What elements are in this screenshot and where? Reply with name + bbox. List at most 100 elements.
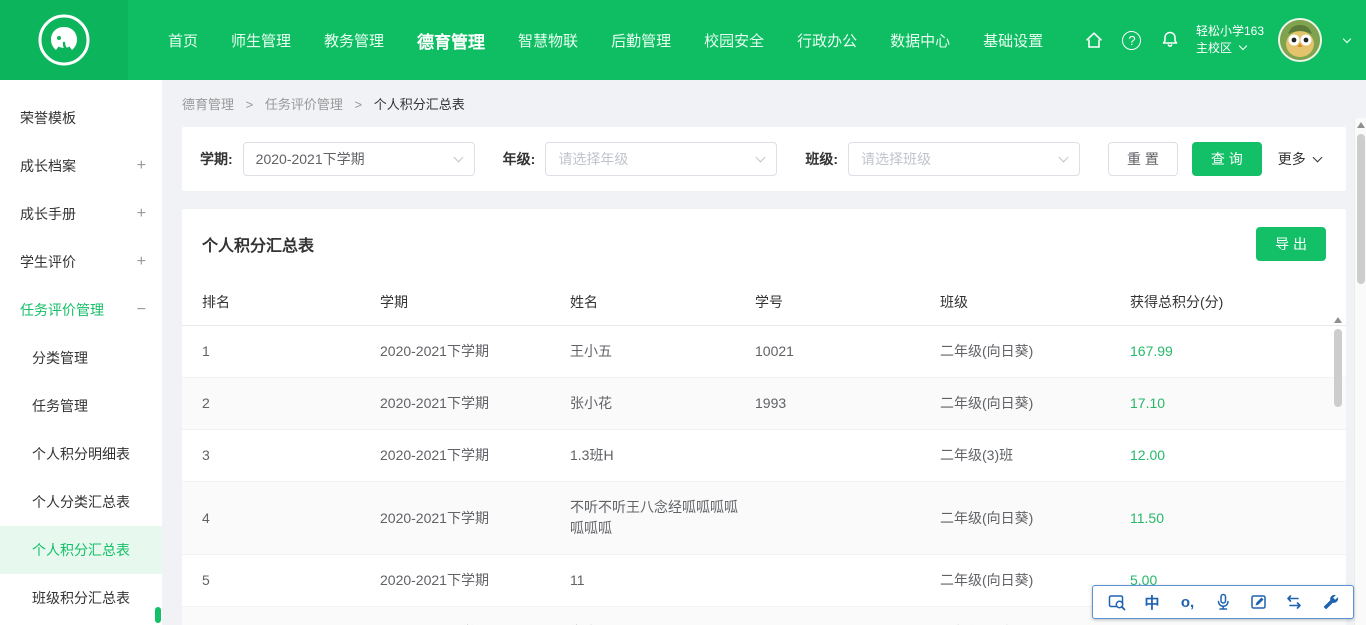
- campus-caret-icon: [1239, 42, 1247, 50]
- nav-item-basic-settings[interactable]: 基础设置: [983, 30, 1043, 51]
- table-row[interactable]: 2 2020-2021下学期 张小花 1993 二年级(向日葵) 17.10: [182, 378, 1346, 430]
- breadcrumb-item-current: 个人积分汇总表: [374, 97, 465, 112]
- school-switcher[interactable]: 轻松小学163 主校区: [1196, 23, 1264, 58]
- table-scrollbar[interactable]: [1332, 313, 1344, 625]
- nav-item-admin-office[interactable]: 行政办公: [797, 30, 857, 51]
- sidebar-item-student-evaluation[interactable]: 学生评价 +: [0, 238, 162, 286]
- sidebar-subitem-category-mgmt[interactable]: 分类管理: [0, 334, 162, 382]
- sidebar-item-growth-handbook[interactable]: 成长手册 +: [0, 190, 162, 238]
- expand-plus-icon: +: [137, 205, 146, 223]
- ime-language-mode-icon[interactable]: 中: [1140, 590, 1164, 614]
- ime-voice-icon[interactable]: [1211, 590, 1235, 614]
- logo[interactable]: [0, 0, 128, 80]
- sidebar-item-task-evaluation[interactable]: 任务评价管理 −: [0, 286, 162, 334]
- page-scrollbar-thumb[interactable]: [1357, 134, 1365, 284]
- ime-width-switch-icon[interactable]: [1282, 590, 1306, 614]
- table-row[interactable]: 4 2020-2021下学期 不听不听王八念经呱呱呱呱呱呱呱 二年级(向日葵) …: [182, 482, 1346, 555]
- cell-student-id: 10021: [755, 326, 940, 378]
- help-icon[interactable]: ?: [1120, 28, 1144, 52]
- nav-item-staff-students[interactable]: 师生管理: [231, 30, 291, 51]
- nav-item-data-center[interactable]: 数据中心: [890, 30, 950, 51]
- cell-name: 王小五: [570, 326, 755, 378]
- nav-item-academic[interactable]: 教务管理: [324, 30, 384, 51]
- sidebar-item-growth-archive[interactable]: 成长档案 +: [0, 142, 162, 190]
- help-badge: ?: [1122, 31, 1141, 50]
- cell-rank: 2: [182, 378, 380, 430]
- nav-item-smart-iot[interactable]: 智慧物联: [518, 30, 578, 51]
- sidebar: 荣誉模板 成长档案 + 成长手册 + 学生评价 + 任务评价管理 − 分类管理 …: [0, 80, 162, 625]
- cell-class: 二年级(向日葵): [940, 482, 1130, 555]
- chevron-down-icon: [453, 153, 463, 163]
- table-row[interactable]: 1 2020-2021下学期 王小五 10021 二年级(向日葵) 167.99: [182, 326, 1346, 378]
- nav-item-home[interactable]: 首页: [168, 30, 198, 51]
- export-button[interactable]: 导 出: [1256, 227, 1326, 261]
- collapse-minus-icon: −: [137, 301, 146, 319]
- sidebar-subitem-personal-score-summary[interactable]: 个人积分汇总表: [0, 526, 162, 574]
- cell-rank: 1: [182, 326, 380, 378]
- breadcrumb: 德育管理 > 任务评价管理 > 个人积分汇总表: [162, 80, 1366, 127]
- semester-select[interactable]: 2020-2021下学期: [243, 142, 475, 176]
- grade-placeholder: 请选择年级: [558, 149, 628, 169]
- sidebar-subitem-class-score-summary[interactable]: 班级积分汇总表: [0, 574, 162, 622]
- class-select[interactable]: 请选择班级: [848, 142, 1080, 176]
- home-icon[interactable]: [1082, 28, 1106, 52]
- cell-rank: 5: [182, 555, 380, 607]
- ime-toolbar[interactable]: 中 o,: [1092, 585, 1354, 619]
- grade-filter: 年级: 请选择年级: [503, 142, 778, 176]
- table-row[interactable]: 3 2020-2021下学期 1.3班H 二年级(3)班 12.00: [182, 430, 1346, 482]
- sidebar-subitem-task-mgmt[interactable]: 任务管理: [0, 382, 162, 430]
- ime-pad-icon[interactable]: [1105, 590, 1129, 614]
- cell-semester: 2020-2021下学期: [380, 378, 570, 430]
- breadcrumb-item-moral-education[interactable]: 德育管理: [182, 97, 234, 112]
- cell-student-id: 1993: [755, 378, 940, 430]
- chevron-down-icon: [1312, 153, 1322, 163]
- card-head: 个人积分汇总表 导 出: [182, 209, 1346, 279]
- class-filter: 班级: 请选择班级: [805, 142, 1080, 176]
- sidebar-scrollbar-thumb[interactable]: [155, 607, 161, 623]
- cell-semester: 2020-2021下学期: [380, 326, 570, 378]
- chevron-down-icon: [1059, 153, 1069, 163]
- breadcrumb-item-task-evaluation[interactable]: 任务评价管理: [265, 97, 343, 112]
- bell-icon[interactable]: [1158, 28, 1182, 52]
- nav-item-campus-safety[interactable]: 校园安全: [704, 30, 764, 51]
- cell-semester: 2020-2021下学期: [380, 482, 570, 555]
- class-placeholder: 请选择班级: [861, 149, 931, 169]
- cell-student-id: [755, 607, 940, 625]
- class-label: 班级:: [805, 149, 838, 169]
- ime-handwriting-icon[interactable]: [1247, 590, 1271, 614]
- ime-punctuation-icon[interactable]: o,: [1176, 590, 1200, 614]
- elephant-logo-icon: [37, 13, 91, 67]
- column-header-total-score: 获得总积分(分): [1130, 279, 1346, 326]
- cell-name: 张小花: [570, 378, 755, 430]
- page-scrollbar[interactable]: [1354, 118, 1366, 625]
- avatar-caret-icon[interactable]: [1343, 34, 1351, 42]
- sidebar-item-honor-templates[interactable]: 荣誉模板: [0, 94, 162, 142]
- scroll-up-arrow-icon[interactable]: [1334, 317, 1342, 323]
- grade-select[interactable]: 请选择年级: [545, 142, 777, 176]
- more-toggle[interactable]: 更多: [1278, 149, 1321, 169]
- search-button[interactable]: 查 询: [1192, 142, 1262, 176]
- sidebar-subitem-personal-category-summary[interactable]: 个人分类汇总表: [0, 478, 162, 526]
- summary-table: 排名 学期 姓名 学号 班级 获得总积分(分) 1 2020-2021下学期 王…: [182, 279, 1346, 625]
- chevron-down-icon: [756, 153, 766, 163]
- cell-rank: 4: [182, 482, 380, 555]
- cell-total-score: 17.10: [1130, 378, 1346, 430]
- scroll-up-arrow-icon[interactable]: [1357, 122, 1365, 128]
- cell-name: 学生1: [570, 607, 755, 625]
- semester-label: 学期:: [200, 149, 233, 169]
- cell-name: 11: [570, 555, 755, 607]
- ime-settings-wrench-icon[interactable]: [1318, 590, 1342, 614]
- expand-plus-icon: +: [137, 253, 146, 271]
- school-name: 轻松小学163: [1196, 23, 1264, 40]
- table-scrollbar-thumb[interactable]: [1334, 329, 1342, 407]
- nav-item-moral-education[interactable]: 德育管理: [417, 28, 485, 53]
- cell-total-score: 167.99: [1130, 326, 1346, 378]
- cell-total-score: 11.50: [1130, 482, 1346, 555]
- column-header-student-id: 学号: [755, 279, 940, 326]
- owl-avatar-icon: [1280, 20, 1320, 60]
- avatar[interactable]: [1278, 18, 1322, 62]
- page-title: 个人积分汇总表: [202, 232, 314, 256]
- reset-button[interactable]: 重 置: [1108, 142, 1178, 176]
- sidebar-subitem-personal-score-detail[interactable]: 个人积分明细表: [0, 430, 162, 478]
- nav-item-logistics[interactable]: 后勤管理: [611, 30, 671, 51]
